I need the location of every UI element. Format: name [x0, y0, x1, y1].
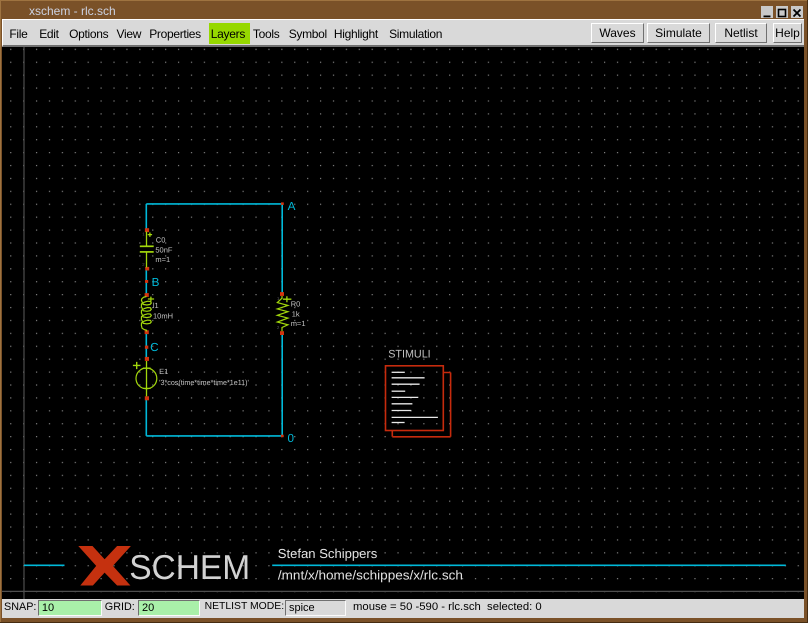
svg-text:l1: l1 — [153, 301, 159, 310]
svg-text:A: A — [288, 200, 296, 213]
svg-text:C0: C0 — [156, 235, 166, 244]
svg-text:/mnt/x/home/schippes/x/rlc.sch: /mnt/x/home/schippes/x/rlc.sch — [278, 568, 463, 583]
svg-text:50nF: 50nF — [155, 245, 173, 254]
svg-text:C: C — [150, 341, 158, 354]
svg-text:m=1: m=1 — [155, 255, 170, 264]
svg-text:Stefan Schippers: Stefan Schippers — [278, 546, 378, 561]
svg-text:SCHEM: SCHEM — [129, 549, 250, 587]
svg-text:E1: E1 — [159, 367, 168, 376]
svg-text:10mH: 10mH — [153, 311, 173, 320]
svg-text:STIMULI: STIMULI — [388, 349, 431, 361]
svg-text:1k: 1k — [292, 309, 300, 318]
svg-text:0: 0 — [288, 432, 295, 445]
svg-text:m=1: m=1 — [291, 319, 306, 328]
svg-text:B: B — [152, 276, 160, 289]
svg-text:'3*cos(time*time*time*1e11)': '3*cos(time*time*time*1e11)' — [159, 378, 249, 387]
svg-text:R0: R0 — [291, 300, 301, 309]
